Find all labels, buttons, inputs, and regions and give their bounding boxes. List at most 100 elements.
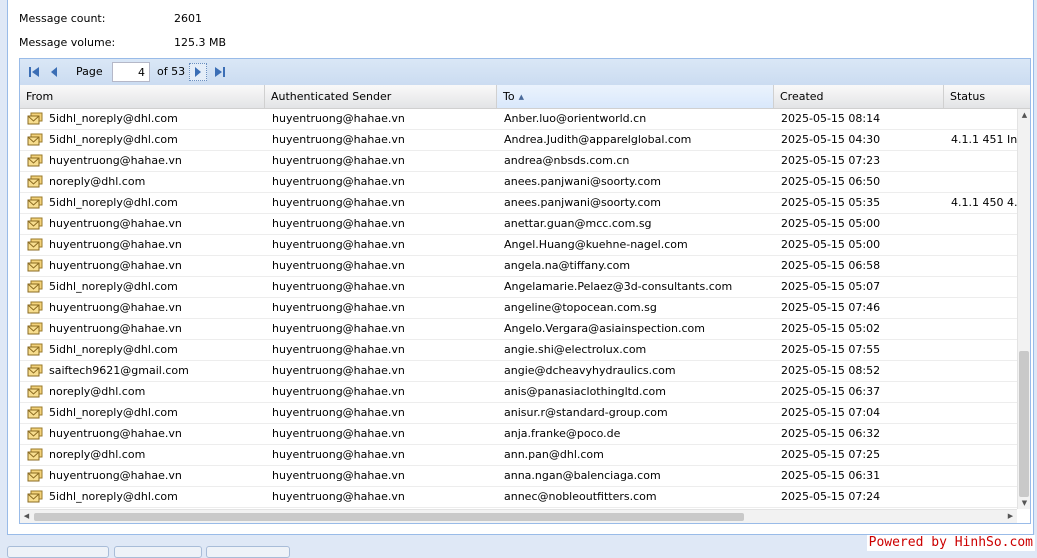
table-row[interactable]: 5idhl_noreply@dhl.com huyentruong@hahae.v… [20,340,1017,361]
table-row[interactable]: 5idhl_noreply@dhl.com huyentruong@hahae.v… [20,487,1017,508]
cell-from: 5idhl_noreply@dhl.com [49,112,178,125]
grid-body: 5idhl_noreply@dhl.com huyentruong@hahae.v… [20,109,1017,509]
paging-toolbar: Page of 53 [19,58,1031,86]
table-row[interactable]: huyentruong@hahae.vn huyentruong@hahae.vn… [20,256,1017,277]
envelope-stack-icon [27,217,43,230]
cell-to: anees.panjwani@soorty.com [504,196,661,209]
cell-from: huyentruong@hahae.vn [49,427,182,440]
previous-page-button[interactable] [45,63,63,81]
table-row[interactable]: huyentruong@hahae.vn huyentruong@hahae.vn… [20,214,1017,235]
cell-to: Angelamarie.Pelaez@3d-consultants.com [504,280,733,293]
table-row[interactable]: huyentruong@hahae.vn huyentruong@hahae.vn… [20,424,1017,445]
cell-created: 2025-05-15 07:55 [781,343,881,356]
table-row[interactable]: 5idhl_noreply@dhl.com huyentruong@hahae.v… [20,130,1017,151]
cell-to: ann.pan@dhl.com [504,448,604,461]
cell-to: angela.na@tiffany.com [504,259,631,272]
cell-authenticated-sender: huyentruong@hahae.vn [272,490,405,503]
cell-authenticated-sender: huyentruong@hahae.vn [272,259,405,272]
next-page-button[interactable] [189,63,207,81]
table-row[interactable]: huyentruong@hahae.vn huyentruong@hahae.vn… [20,235,1017,256]
scroll-up-icon[interactable]: ▲ [1018,111,1030,119]
cell-from: huyentruong@hahae.vn [49,469,182,482]
column-header-from[interactable]: From [20,85,265,108]
cell-status [951,487,1017,507]
table-row[interactable]: noreply@dhl.com huyentruong@hahae.vn anees… [20,172,1017,193]
vertical-scroll-thumb[interactable] [1019,351,1029,497]
table-row[interactable]: 5idhl_noreply@dhl.com huyentruong@hahae.v… [20,193,1017,214]
cell-to: angie.shi@electrolux.com [504,343,647,356]
table-row[interactable]: 5idhl_noreply@dhl.com huyentruong@hahae.v… [20,109,1017,130]
first-page-button[interactable] [25,63,43,81]
sort-ascending-icon: ▲ [518,92,524,101]
cell-authenticated-sender: huyentruong@hahae.vn [272,385,405,398]
scroll-down-icon[interactable]: ▼ [1018,499,1030,507]
cell-to: anees.panjwani@soorty.com [504,175,661,188]
table-row[interactable]: 5idhl_noreply@dhl.com huyentruong@hahae.v… [20,277,1017,298]
cell-to: angie@dcheavyhydraulics.com [504,364,676,377]
message-count-stat: Message count: 2601 [19,11,202,27]
cell-authenticated-sender: huyentruong@hahae.vn [272,238,405,251]
table-row[interactable]: huyentruong@hahae.vn huyentruong@hahae.vn… [20,319,1017,340]
cell-authenticated-sender: huyentruong@hahae.vn [272,154,405,167]
last-page-button[interactable] [211,63,229,81]
column-header-authenticated-sender[interactable]: Authenticated Sender [265,85,497,108]
cell-created: 2025-05-15 05:00 [781,238,881,251]
message-volume-label: Message volume: [19,36,116,49]
cell-authenticated-sender: huyentruong@hahae.vn [272,364,405,377]
cell-status [951,151,1017,171]
cell-status: 4.1.1 450 4. [951,196,1017,209]
scroll-right-icon[interactable]: ▶ [1004,512,1017,520]
cell-created: 2025-05-15 08:52 [781,364,881,377]
previous-page-icon [51,67,57,77]
envelope-stack-icon [27,448,43,461]
envelope-stack-icon [27,301,43,314]
cell-status [951,277,1017,297]
cell-from: saiftech9621@gmail.com [49,364,189,377]
table-row[interactable]: saiftech9621@gmail.com huyentruong@hahae.… [20,361,1017,382]
envelope-stack-icon [27,364,43,377]
cell-authenticated-sender: huyentruong@hahae.vn [272,280,405,293]
message-volume-stat: Message volume: 125.3 MB [19,35,226,51]
cell-created: 2025-05-15 05:35 [781,196,881,209]
message-queue-panel: Message count: 2601 Message volume: 125.3 … [7,0,1034,535]
footer-button-1[interactable] [7,546,109,558]
horizontal-scroll-thumb[interactable] [34,513,744,521]
envelope-stack-icon [27,196,43,209]
footer-button-3[interactable] [206,546,290,558]
table-row[interactable]: 5idhl_noreply@dhl.com huyentruong@hahae.v… [20,403,1017,424]
cell-authenticated-sender: huyentruong@hahae.vn [272,112,405,125]
cell-from: huyentruong@hahae.vn [49,322,182,335]
table-row[interactable]: noreply@dhl.com huyentruong@hahae.vn anis@… [20,382,1017,403]
column-header-status[interactable]: Status [944,85,1030,108]
column-header-to[interactable]: To ▲ [497,85,774,108]
cell-authenticated-sender: huyentruong@hahae.vn [272,469,405,482]
cell-authenticated-sender: huyentruong@hahae.vn [272,343,405,356]
envelope-stack-icon [27,175,43,188]
cell-authenticated-sender: huyentruong@hahae.vn [272,448,405,461]
page-number-input[interactable] [112,62,150,82]
table-row[interactable]: huyentruong@hahae.vn huyentruong@hahae.vn… [20,466,1017,487]
cell-to: anja.franke@poco.de [504,427,621,440]
table-row[interactable]: huyentruong@hahae.vn huyentruong@hahae.vn… [20,151,1017,172]
horizontal-scrollbar[interactable]: ◀ ▶ [20,509,1017,523]
envelope-stack-icon [27,154,43,167]
cell-created: 2025-05-15 07:23 [781,154,881,167]
column-header-created[interactable]: Created [774,85,944,108]
cell-to: anettar.guan@mcc.com.sg [504,217,652,230]
cell-created: 2025-05-15 06:50 [781,175,881,188]
cell-authenticated-sender: huyentruong@hahae.vn [272,301,405,314]
scroll-left-icon[interactable]: ◀ [20,512,33,520]
cell-from: 5idhl_noreply@dhl.com [49,406,178,419]
cell-created: 2025-05-15 07:25 [781,448,881,461]
vertical-scrollbar[interactable]: ▲ ▼ [1017,109,1030,509]
cell-authenticated-sender: huyentruong@hahae.vn [272,196,405,209]
envelope-stack-icon [27,133,43,146]
cell-status [951,109,1017,129]
cell-status [951,424,1017,444]
cell-from: noreply@dhl.com [49,385,146,398]
envelope-stack-icon [27,490,43,503]
table-row[interactable]: huyentruong@hahae.vn huyentruong@hahae.vn… [20,298,1017,319]
cell-to: Angel.Huang@kuehne-nagel.com [504,238,688,251]
footer-button-2[interactable] [114,546,202,558]
table-row[interactable]: noreply@dhl.com huyentruong@hahae.vn ann.p… [20,445,1017,466]
